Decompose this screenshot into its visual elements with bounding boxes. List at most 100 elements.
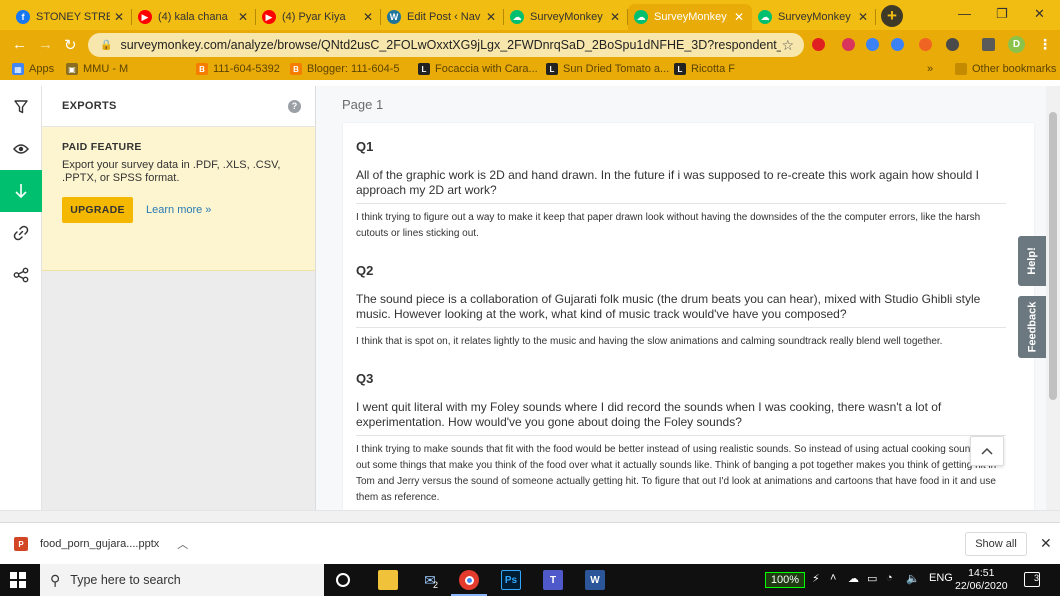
extension-icon[interactable] [866,38,879,51]
bookmark-item[interactable]: B Blogger: 111-604-5 [290,63,400,75]
bookmark-favicon-icon: B [196,63,208,75]
feedback-tab[interactable]: Feedback [1018,296,1046,358]
download-shelf: P food_porn_gujara....pptx ︿ Show all ✕ [0,522,1060,564]
browser-tab[interactable]: ▶ (4) Pyar Kiya ✕ [256,4,381,30]
language-indicator[interactable]: ENG [929,572,953,584]
battery-indicator[interactable]: 100% [765,572,805,588]
minimize-icon[interactable]: — [958,6,971,21]
question-text: All of the graphic work is 2D and hand d… [356,168,980,197]
profile-avatar[interactable]: D [1008,36,1025,53]
share-button[interactable] [0,254,42,296]
close-tab-icon[interactable]: ✕ [734,10,746,24]
paid-feature-title: PAID FEATURE [62,141,142,153]
close-window-icon[interactable]: ✕ [1034,6,1045,22]
help-icon[interactable]: ? [288,99,301,113]
teams-icon[interactable]: T [543,570,563,590]
bookmark-label: 111-604-5392 [213,63,280,75]
bookmarks-overflow[interactable]: » [927,63,933,75]
horizontal-scrollbar[interactable] [0,510,1060,522]
chevron-up-icon[interactable]: ˄ [830,572,836,584]
forward-icon[interactable]: → [38,36,53,53]
volume-icon[interactable]: 🔈 [906,572,920,585]
bookmark-item[interactable]: L Sun Dried Tomato a... [546,63,669,75]
view-button[interactable] [0,128,42,170]
bookmark-item[interactable]: ▣ MMU - M [66,63,128,75]
learn-more-link[interactable]: Learn more » [146,204,211,216]
extension-icon[interactable] [946,38,959,51]
browser-toolbar: ← → ↻ 🔒 surveymonkey.com/analyze/browse/… [0,30,1060,60]
scrollbar-thumb[interactable] [1049,112,1057,400]
bookmark-label: Blogger: 111-604-5 [307,63,400,75]
vertical-scrollbar[interactable] [1046,86,1060,510]
bookmark-star-icon[interactable]: ☆ [781,37,794,54]
download-item[interactable]: P food_porn_gujara....pptx ︿ [14,536,188,552]
reload-icon[interactable]: ↻ [64,36,77,54]
browser-tab[interactable]: f STONEY STREET ✕ [10,4,132,30]
browser-menu-icon[interactable]: ⋮ [1038,36,1052,53]
bookmark-label: Ricotta F [691,63,736,75]
question-number: Q1 [356,139,374,154]
chrome-icon[interactable] [459,570,479,590]
tab-favicon-icon: ▶ [138,10,152,24]
tab-title: (4) Pyar Kiya [282,11,346,23]
bookmark-item[interactable]: L Focaccia with Cara... [418,63,538,75]
browser-tab[interactable]: ☁ SurveyMonkey ✕ [628,4,752,30]
browser-tab[interactable]: ☁ SurveyMonkey ✕ [752,4,876,30]
tab-title: (4) kala chana [158,11,228,23]
filter-button[interactable] [0,86,42,128]
pocket-icon[interactable] [842,38,855,51]
notification-center-icon[interactable]: 3 [1024,572,1040,587]
bookmark-item[interactable]: L Ricotta F [674,63,735,75]
battery-icon[interactable]: ▭ [867,572,877,585]
restore-icon[interactable]: ❐ [996,6,1008,22]
windows-start-icon[interactable] [10,572,26,588]
reading-list-icon[interactable] [982,38,995,51]
photoshop-icon[interactable]: Ps [501,570,521,590]
bookmark-item[interactable]: B 111-604-5392 [196,63,280,75]
address-bar[interactable]: 🔒 surveymonkey.com/analyze/browse/QNtd2u… [88,33,804,57]
upgrade-button[interactable]: UPGRADE [62,197,133,223]
close-shelf-icon[interactable]: ✕ [1040,535,1052,552]
chevron-up-icon[interactable]: ︿ [177,536,188,552]
taskbar-search[interactable]: ⚲ Type here to search [40,564,324,596]
bookmark-favicon-icon: L [674,63,686,75]
answer-text: I think trying to make sounds that fit w… [356,435,1006,506]
mail-badge: 2 [433,580,439,590]
wifi-icon[interactable]: ◔ [886,572,893,584]
browser-tab[interactable]: ☁ SurveyMonkey ✕ [504,4,628,30]
close-tab-icon[interactable]: ✕ [238,10,250,24]
task-view-icon[interactable] [336,573,350,587]
back-icon[interactable]: ← [12,36,27,53]
cloud-icon[interactable]: ☁ [848,572,859,585]
other-bookmarks[interactable]: Other bookmarks [955,63,1056,75]
word-icon[interactable]: W [585,570,605,590]
new-tab-button[interactable]: + [881,5,903,27]
help-tab[interactable]: Help! [1018,236,1046,286]
extension-icon[interactable] [891,38,904,51]
powerpoint-file-icon: P [14,537,28,551]
close-tab-icon[interactable]: ✕ [858,10,870,24]
tab-title: SurveyMonkey [654,11,727,23]
chevron-up-icon [981,447,993,455]
export-button[interactable] [0,170,42,212]
browser-tab[interactable]: W Edit Post ‹ Nav ✕ [381,4,504,30]
extension-icon[interactable] [812,38,825,51]
show-all-downloads-button[interactable]: Show all [965,532,1027,556]
close-tab-icon[interactable]: ✕ [114,10,126,24]
system-clock[interactable]: 14:51 22/06/2020 [955,567,1008,593]
clock-date: 22/06/2020 [955,580,1008,592]
close-tab-icon[interactable]: ✕ [610,10,622,24]
exports-panel: EXPORTS ? PAID FEATURE Export your surve… [42,86,316,510]
link-button[interactable] [0,212,42,254]
bookmark-item[interactable]: ▦ Apps [12,63,54,75]
file-explorer-icon[interactable] [378,570,398,590]
tab-favicon-icon: ☁ [758,10,772,24]
bookmark-favicon-icon: L [418,63,430,75]
share-icon [13,267,29,283]
scroll-to-top-button[interactable] [970,436,1004,466]
close-tab-icon[interactable]: ✕ [363,10,375,24]
close-tab-icon[interactable]: ✕ [486,10,498,24]
extension-icon[interactable] [919,38,932,51]
browser-tab[interactable]: ▶ (4) kala chana ✕ [132,4,256,30]
page-title: Page 1 [342,97,384,112]
